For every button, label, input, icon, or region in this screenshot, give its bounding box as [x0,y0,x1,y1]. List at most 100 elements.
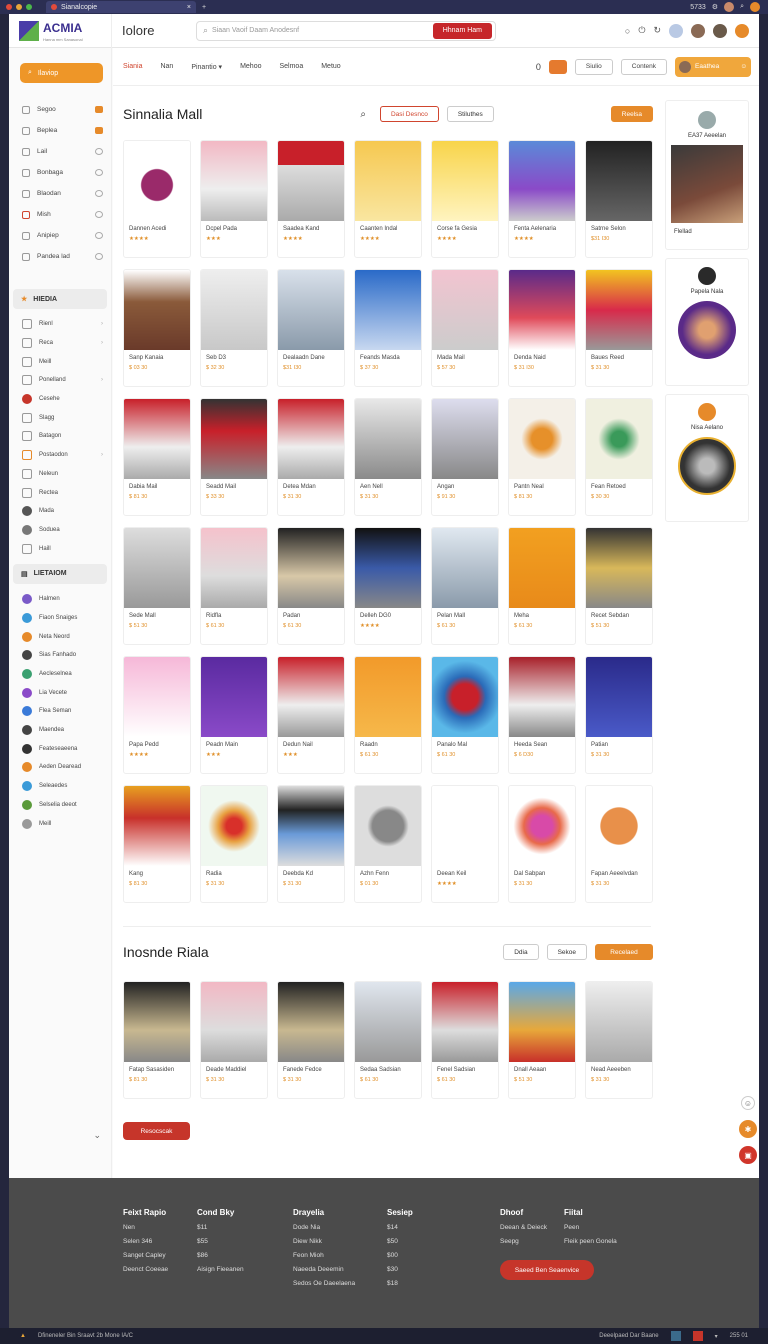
sidebar-subitem[interactable]: Haill [9,539,111,558]
share-icon[interactable]: ✱ [739,1120,757,1138]
product-card[interactable]: Papa Pedd ★★★★ [123,656,191,774]
product-card[interactable]: Heeda Sean $ 6 D30 [508,656,576,774]
sidebar-subitem[interactable]: Aecleselnea [9,665,111,684]
product-card[interactable]: Ridfla $ 61 30 [200,527,268,645]
sidebar-subitem[interactable]: Halmen [9,590,111,609]
footer-link[interactable]: Nen [123,1224,168,1231]
product-card[interactable]: Aen Nell $ 31 30 [354,398,422,516]
product-card[interactable]: Panalo Mal $ 61 30 [431,656,499,774]
footer-link[interactable]: Deean & Deieck [500,1224,547,1231]
filter-tab-active[interactable]: Dasi Desnco [379,106,439,122]
footer-link[interactable]: Deenct Coeeae [123,1266,168,1273]
taskbar-app[interactable]: Deeelpaed Dar Baane [599,1333,658,1339]
product-card[interactable]: Dannen Acedi ★★★★ [123,140,191,258]
sidebar-subitem[interactable]: Sias Fanhado [9,646,111,665]
user-menu[interactable]: Eaathea ☺ [675,56,751,77]
sidebar-section-header[interactable]: ★ HIEDIA [13,289,107,309]
sidebar-item[interactable]: Anipiep [9,225,111,246]
circle-icon[interactable]: ○ [625,26,630,36]
sidebar-item[interactable]: Blaodan [9,183,111,204]
footer-link[interactable]: Sedos Oe Daeelaena [293,1280,355,1287]
product-card[interactable]: Seb D3 $ 32 30 [200,269,268,387]
product-card[interactable]: Baues Reed $ 31 30 [585,269,653,387]
product-card[interactable]: Patian $ 31 30 [585,656,653,774]
tab-nan[interactable]: Nan [160,63,173,70]
sidebar-subitem[interactable]: Postaodon › [9,446,111,465]
tab-pinantio[interactable]: Pinantio ▾ [191,63,222,71]
footer-link[interactable]: $55 [197,1238,244,1245]
product-card[interactable]: Dabia Mail $ 81 30 [123,398,191,516]
tab-selmoa[interactable]: Selmoa [279,63,303,70]
product-card[interactable]: Saadea Kand ★★★★ [277,140,345,258]
footer-link[interactable]: Aisign Fieeanen [197,1266,244,1273]
minimize-dot[interactable] [16,4,22,10]
sidebar-subitem[interactable]: Neleun [9,465,111,484]
sidebar-subitem[interactable]: Meill [9,352,111,371]
tab-metuo[interactable]: Metuo [321,63,340,70]
footer-link[interactable]: Diew Nikk [293,1238,355,1245]
load-more-button[interactable]: Resocscak [123,1122,190,1140]
sidebar-item[interactable]: Bonbaga [9,162,111,183]
trash-icon[interactable]: ▣ [739,1146,757,1164]
product-card[interactable]: Dal Sabpan $ 31 30 [508,785,576,903]
product-card[interactable]: Recet Sebdan $ 51 30 [585,527,653,645]
sidebar-item[interactable]: Lail [9,141,111,162]
product-card[interactable]: Fean Retoed $ 30 30 [585,398,653,516]
footer-link[interactable]: $11 [197,1224,244,1231]
product-card[interactable]: Nead Aeeeben $ 31 30 [585,981,653,1099]
notification-icon[interactable] [735,23,749,38]
settings-icon[interactable]: ⚙ [712,3,718,11]
search-input[interactable]: ⌕ Siaan Vaoif Daam Anodesnf Hhnam Ham [196,20,496,41]
product-card[interactable]: Pantn Neal $ 81 30 [508,398,576,516]
product-card[interactable]: Seadd Mail $ 33 30 [200,398,268,516]
footer-link[interactable]: Sanget Capley [123,1252,168,1259]
footer-link[interactable]: Seepg [500,1238,547,1245]
tab-mehoo[interactable]: Mehoo [240,63,261,70]
sidebar-subitem[interactable]: Maendea [9,721,111,740]
featured-card[interactable]: Nisa Aelano [665,394,749,522]
chevron-down-icon[interactable]: ⌄ [93,1130,101,1141]
sidebar-subitem[interactable]: Rienl › [9,315,111,334]
app-icon[interactable] [670,1331,681,1341]
footer-link[interactable]: Selen 346 [123,1238,168,1245]
product-card[interactable]: Dealaadn Dane $31 I30 [277,269,345,387]
tab-close-icon[interactable]: × [187,4,191,11]
sidebar-subitem[interactable]: Fiaon Snaiges [9,609,111,628]
product-card[interactable]: Meha $ 61 30 [508,527,576,645]
sekoe-button[interactable]: Sekoe [546,944,587,960]
product-card[interactable]: Dnall Aeaan $ 51 30 [508,981,576,1099]
product-card[interactable]: Corse fa Gesia ★★★★ [431,140,499,258]
avatar[interactable] [713,23,727,38]
product-card[interactable]: Feands Masda $ 37 30 [354,269,422,387]
sidebar-item[interactable]: Mish [9,204,111,225]
footer-link[interactable]: Feon Mioh [293,1252,355,1259]
product-card[interactable]: Dedun Nail ★★★ [277,656,345,774]
featured-card[interactable]: Papela Nala [665,258,749,386]
sidebar-subitem[interactable]: Selselia deeot [9,796,111,815]
product-card[interactable]: Radia $ 31 30 [200,785,268,903]
product-card[interactable]: Satrne Selon $31 I30 [585,140,653,258]
avatar[interactable] [691,23,705,38]
avatar[interactable] [750,2,760,12]
product-card[interactable]: Denda Naid $ 31 I30 [508,269,576,387]
new-tab-icon[interactable]: + [202,4,206,11]
product-card[interactable]: Fenel Sadsian $ 61 30 [431,981,499,1099]
filter-tab[interactable]: Stiluthes [446,106,494,122]
featured-card[interactable]: EA37 Aeeelan Flellad [665,100,749,250]
avatar[interactable] [724,2,735,12]
product-card[interactable]: Sedaa Sadsian $ 61 30 [354,981,422,1099]
sidebar-subitem[interactable]: Mada [9,502,111,521]
footer-link[interactable]: $86 [197,1252,244,1259]
footer-link[interactable]: Peen [564,1224,617,1231]
product-card[interactable]: Caanten Indal ★★★★ [354,140,422,258]
logo[interactable]: ACMIA Hanna mm Sanasonal [9,13,112,48]
sidebar-section-header[interactable]: ▤ LIETAIOM [13,563,107,584]
product-card[interactable]: Deade Maddiel $ 31 30 [200,981,268,1099]
sidebar-subitem[interactable]: Slagg [9,408,111,427]
window-controls[interactable] [0,4,32,10]
product-card[interactable]: Deean Keil ★★★★ [431,785,499,903]
recelaed-button[interactable]: Recelaed [595,944,653,960]
sidebar-item[interactable]: Segoo [9,99,111,120]
product-card[interactable]: Detea Mdan $ 31 30 [277,398,345,516]
browser-tab[interactable]: Sianalcopie × [46,1,196,13]
